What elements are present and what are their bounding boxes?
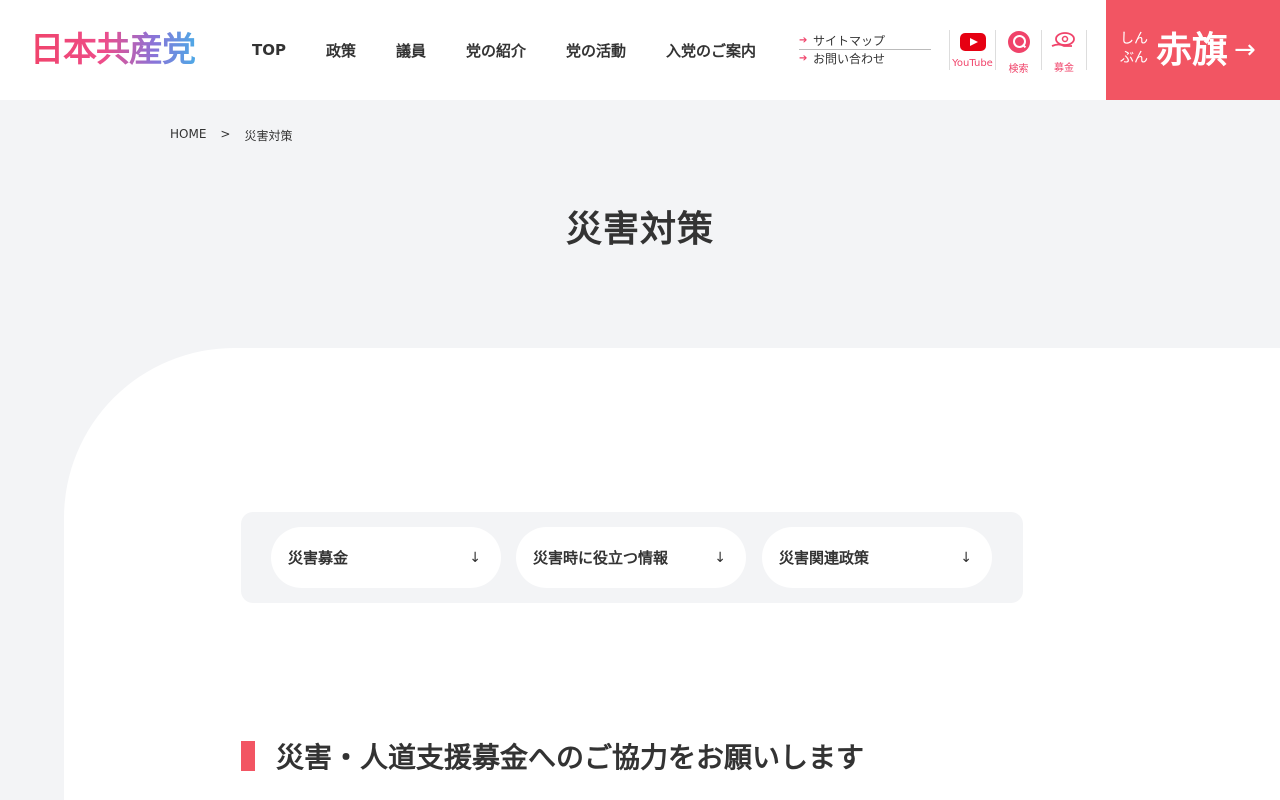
contact-link[interactable]: ➔ お問い合わせ	[799, 50, 931, 67]
sitemap-link[interactable]: ➔ サイトマップ	[799, 33, 931, 50]
arrow-down-icon: ↓	[714, 549, 726, 566]
breadcrumb-home[interactable]: HOME	[170, 127, 206, 144]
arrow-down-icon: ↓	[469, 549, 481, 566]
search-button[interactable]: 検索	[995, 30, 1041, 75]
akahata-title: 赤旗	[1156, 29, 1229, 71]
anchor-useful-info[interactable]: 災害時に役立つ情報 ↓	[516, 527, 746, 588]
nav-policy[interactable]: 政策	[306, 40, 376, 61]
site-header: 日本共産党 TOP 政策 議員 党の紹介 党の活動 入党のご案内 ➔ サイトマッ…	[0, 0, 1280, 100]
nav-top[interactable]: TOP	[232, 41, 306, 59]
anchor-donation[interactable]: 災害募金 ↓	[271, 527, 501, 588]
anchor-label: 災害関連政策	[779, 549, 870, 567]
anchor-label: 災害募金	[288, 549, 349, 567]
section-title: 災害・人道支援募金へのご協力をお願いします	[276, 741, 865, 774]
search-label: 検索	[1008, 64, 1029, 75]
nav-join[interactable]: 入党のご案内	[646, 40, 776, 61]
akahata-banner[interactable]: しんぶん 赤旗 →	[1106, 0, 1280, 100]
youtube-label: YouTube	[952, 58, 993, 69]
arrow-down-icon: ↓	[960, 549, 972, 566]
section-heading: 災害・人道支援募金へのご協力をお願いします	[241, 736, 864, 776]
breadcrumb: HOME > 災害対策	[170, 127, 292, 144]
search-icon	[1007, 31, 1030, 53]
nav-members[interactable]: 議員	[376, 40, 446, 61]
akahata-small-text: しんぶん	[1120, 31, 1148, 66]
anchor-label: 災害時に役立つ情報	[533, 549, 669, 567]
anchor-related-policy[interactable]: 災害関連政策 ↓	[762, 527, 992, 588]
breadcrumb-separator: >	[220, 127, 231, 141]
arrow-right-icon: ➔	[799, 35, 808, 46]
youtube-button[interactable]: YouTube	[949, 30, 995, 70]
party-logo[interactable]: 日本共産党	[30, 30, 196, 70]
nav-activities[interactable]: 党の活動	[546, 40, 646, 61]
youtube-icon	[959, 33, 986, 51]
contact-label: お問い合わせ	[813, 52, 886, 66]
nav-about[interactable]: 党の紹介	[446, 40, 546, 61]
anchor-links: 災害募金 ↓ 災害時に役立つ情報 ↓ 災害関連政策 ↓	[241, 512, 1023, 603]
breadcrumb-current: 災害対策	[244, 129, 293, 143]
sitemap-label: サイトマップ	[813, 34, 886, 48]
donation-icon	[1050, 30, 1078, 52]
donation-button[interactable]: 募金	[1041, 30, 1087, 74]
global-nav: TOP 政策 議員 党の紹介 党の活動 入党のご案内	[232, 0, 776, 100]
arrow-right-icon: →	[1234, 35, 1256, 65]
heading-accent-bar	[241, 741, 255, 771]
page-title: 災害対策	[565, 209, 714, 250]
arrow-right-icon: ➔	[799, 53, 808, 64]
donation-label: 募金	[1054, 63, 1074, 74]
sub-nav: ➔ サイトマップ ➔ お問い合わせ	[799, 33, 931, 67]
